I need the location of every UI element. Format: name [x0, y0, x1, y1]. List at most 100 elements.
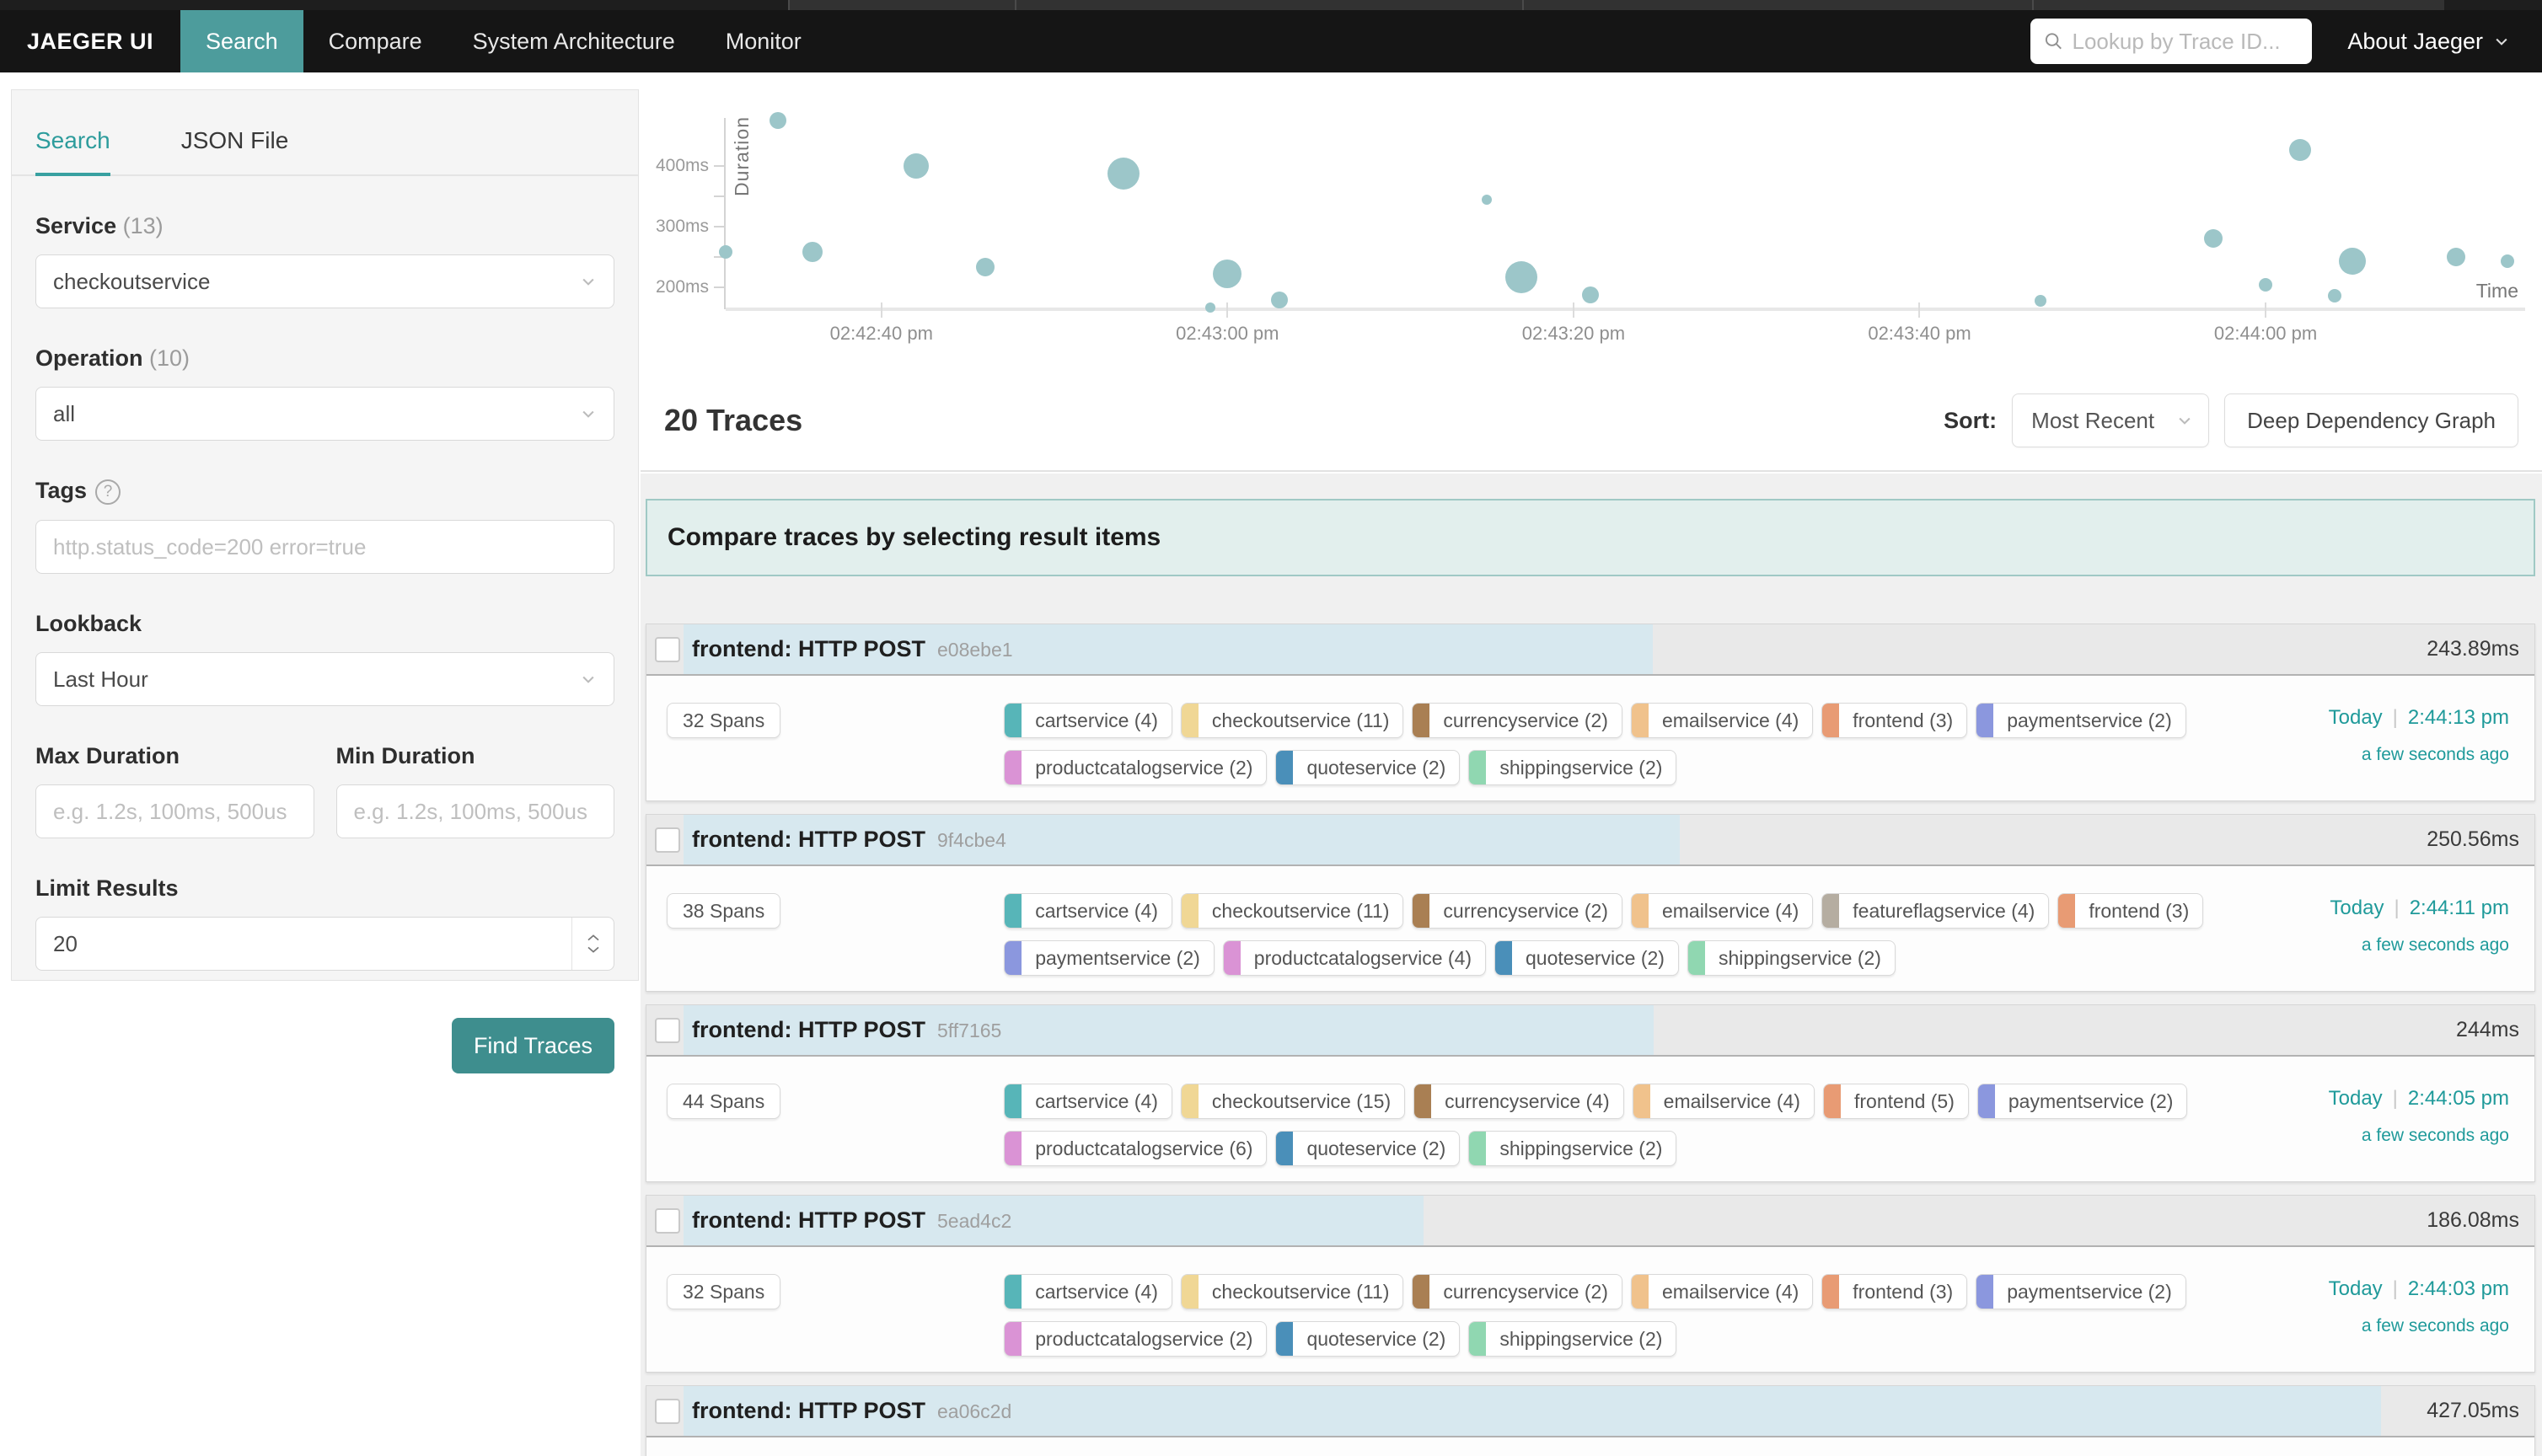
operation-select[interactable]: all — [35, 387, 614, 441]
tags-field — [35, 520, 614, 574]
service-tag-frontend: frontend (3) — [2057, 893, 2203, 929]
trace-scatter-point[interactable] — [904, 153, 929, 179]
trace-time-link[interactable]: 2:44:03 pm — [2408, 1277, 2509, 1300]
trace-result-card[interactable]: frontend: HTTP POSTe08ebe1 243.89ms 32 S… — [646, 624, 2535, 801]
trace-card-header[interactable]: frontend: HTTP POSTea06c2d 427.05ms — [646, 1386, 2534, 1437]
trace-scatter-point[interactable] — [2204, 229, 2223, 248]
service-tag-label: paymentservice (2) — [1993, 709, 2185, 732]
trace-select-checkbox[interactable] — [655, 1399, 680, 1424]
trace-scatter-point[interactable] — [719, 245, 732, 259]
trace-scatter-point[interactable] — [2035, 295, 2046, 307]
service-tag-paymentservice: paymentservice (2) — [1977, 1084, 2188, 1119]
trace-scatter-point[interactable] — [2501, 254, 2514, 268]
x-axis-tick-label: 02:43:00 pm — [1176, 323, 1279, 345]
nav-menu-item-search[interactable]: Search — [180, 10, 303, 72]
trace-result-card[interactable]: frontend: HTTP POST5ff7165 244ms 44 Span… — [646, 1004, 2535, 1182]
trace-result-card[interactable]: frontend: HTTP POST9f4cbe4 250.56ms 38 S… — [646, 814, 2535, 992]
trace-scatter-point[interactable] — [1271, 292, 1288, 308]
trace-scatter-point[interactable] — [1213, 260, 1242, 288]
find-traces-button[interactable]: Find Traces — [452, 1018, 614, 1073]
trace-card-header[interactable]: frontend: HTTP POST9f4cbe4 250.56ms — [646, 815, 2534, 866]
trace-scatter-point[interactable] — [2289, 139, 2311, 161]
trace-scatter-point[interactable] — [1107, 158, 1140, 190]
trace-result-card[interactable]: frontend: HTTP POSTea06c2d 427.05ms 38 S… — [646, 1385, 2535, 1456]
trace-relative-time: a few seconds ago — [2329, 745, 2509, 765]
trace-date-link[interactable]: Today — [2329, 1277, 2383, 1300]
trace-time-link[interactable]: 2:44:13 pm — [2408, 706, 2509, 729]
trace-scatter-point[interactable] — [1582, 286, 1599, 303]
app-logo[interactable]: JAEGER UI — [0, 10, 180, 72]
chevron-down-icon — [2493, 33, 2510, 50]
trace-scatter-point[interactable] — [2447, 248, 2465, 266]
service-color-swatch — [1822, 704, 1839, 737]
limit-results-input[interactable] — [53, 931, 563, 957]
trace-id-input[interactable] — [2073, 29, 2299, 55]
lookback-select[interactable]: Last Hour — [35, 652, 614, 706]
service-color-swatch — [1976, 704, 1993, 737]
trace-scatter-point[interactable] — [1505, 261, 1537, 293]
trace-select-checkbox[interactable] — [655, 1208, 680, 1234]
number-stepper[interactable] — [571, 918, 614, 970]
trace-select-checkbox[interactable] — [655, 827, 680, 853]
help-icon[interactable]: ? — [95, 479, 121, 505]
trace-scatter-point[interactable] — [976, 258, 995, 276]
service-tag-emailservice: emailservice (4) — [1633, 1084, 1815, 1119]
operation-select-value: all — [53, 401, 75, 427]
trace-date-link[interactable]: Today — [2329, 706, 2383, 729]
tab-search[interactable]: Search — [35, 127, 110, 174]
trace-timestamp: Today|2:44:03 pm a few seconds ago — [2329, 1277, 2518, 1336]
about-jaeger-label: About Jaeger — [2347, 29, 2483, 55]
trace-date-link[interactable]: Today — [2330, 897, 2384, 919]
service-select[interactable]: checkoutservice — [35, 254, 614, 308]
service-color-swatch — [1469, 751, 1486, 784]
trace-scatter-point[interactable] — [2328, 289, 2341, 302]
trace-card-header[interactable]: frontend: HTTP POST5ead4c2 186.08ms — [646, 1196, 2534, 1247]
trace-card-body: 38 Spans cartservice (4)checkoutservice … — [646, 866, 2534, 991]
tags-input[interactable] — [53, 534, 597, 560]
datetime-separator: | — [2393, 1277, 2398, 1300]
service-tag-label: cartservice (4) — [1022, 1281, 1172, 1303]
min-duration-input[interactable] — [354, 799, 598, 825]
service-tag-quoteservice: quoteservice (2) — [1275, 750, 1460, 785]
scatter-plot-area: Duration Time 200ms300ms400ms02:42:40 pm… — [726, 93, 2525, 309]
trace-scatter-point[interactable] — [1205, 302, 1215, 313]
trace-select-checkbox[interactable] — [655, 1018, 680, 1043]
service-tag-list: cartservice (4)checkoutservice (11)curre… — [1004, 893, 2218, 976]
trace-scatter-point[interactable] — [770, 112, 786, 129]
compare-traces-banner: Compare traces by selecting result items — [646, 499, 2535, 576]
deep-dependency-graph-button[interactable]: Deep Dependency Graph — [2224, 393, 2518, 447]
trace-result-card[interactable]: frontend: HTTP POST5ead4c2 186.08ms 32 S… — [646, 1195, 2535, 1373]
service-color-swatch — [1413, 1275, 1429, 1309]
service-tag-label: currencyservice (2) — [1429, 1281, 1622, 1303]
service-tag-paymentservice: paymentservice (2) — [1976, 703, 2186, 738]
trace-time-link[interactable]: 2:44:11 pm — [2410, 897, 2509, 919]
about-jaeger-menu[interactable]: About Jaeger — [2347, 29, 2510, 55]
nav-menu-item-system-architecture[interactable]: System Architecture — [448, 10, 700, 72]
tab-json-file[interactable]: JSON File — [181, 127, 289, 174]
trace-scatter-point[interactable] — [1482, 195, 1492, 205]
chevron-down-icon — [580, 405, 597, 422]
trace-time-link[interactable]: 2:44:05 pm — [2408, 1087, 2509, 1110]
service-tag-label: cartservice (4) — [1022, 709, 1172, 732]
x-axis-tick — [881, 302, 882, 318]
sort-select-value: Most Recent — [2031, 408, 2154, 434]
sort-select[interactable]: Most Recent — [2012, 393, 2209, 447]
trace-select-checkbox[interactable] — [655, 637, 680, 662]
trace-card-header[interactable]: frontend: HTTP POST5ff7165 244ms — [646, 1005, 2534, 1057]
trace-scatter-point[interactable] — [2339, 248, 2366, 275]
main-menu: SearchCompareSystem ArchitectureMonitor — [180, 10, 827, 72]
trace-scatter-point[interactable] — [2259, 278, 2272, 292]
nav-menu-item-compare[interactable]: Compare — [303, 10, 448, 72]
nav-menu-item-monitor[interactable]: Monitor — [700, 10, 827, 72]
trace-card-header[interactable]: frontend: HTTP POSTe08ebe1 243.89ms — [646, 624, 2534, 676]
y-axis-tick — [714, 226, 724, 228]
trace-id-search[interactable] — [2030, 19, 2312, 64]
service-tag-currencyservice: currencyservice (2) — [1412, 703, 1622, 738]
trace-card-body: 32 Spans cartservice (4)checkoutservice … — [646, 1247, 2534, 1372]
search-sidebar: Search JSON File Service (13) checkoutse… — [11, 89, 639, 981]
service-tag-quoteservice: quoteservice (2) — [1494, 940, 1679, 976]
max-duration-input[interactable] — [53, 799, 297, 825]
trace-date-link[interactable]: Today — [2329, 1087, 2383, 1110]
tab-segment — [1522, 0, 2032, 10]
trace-scatter-point[interactable] — [802, 242, 823, 262]
